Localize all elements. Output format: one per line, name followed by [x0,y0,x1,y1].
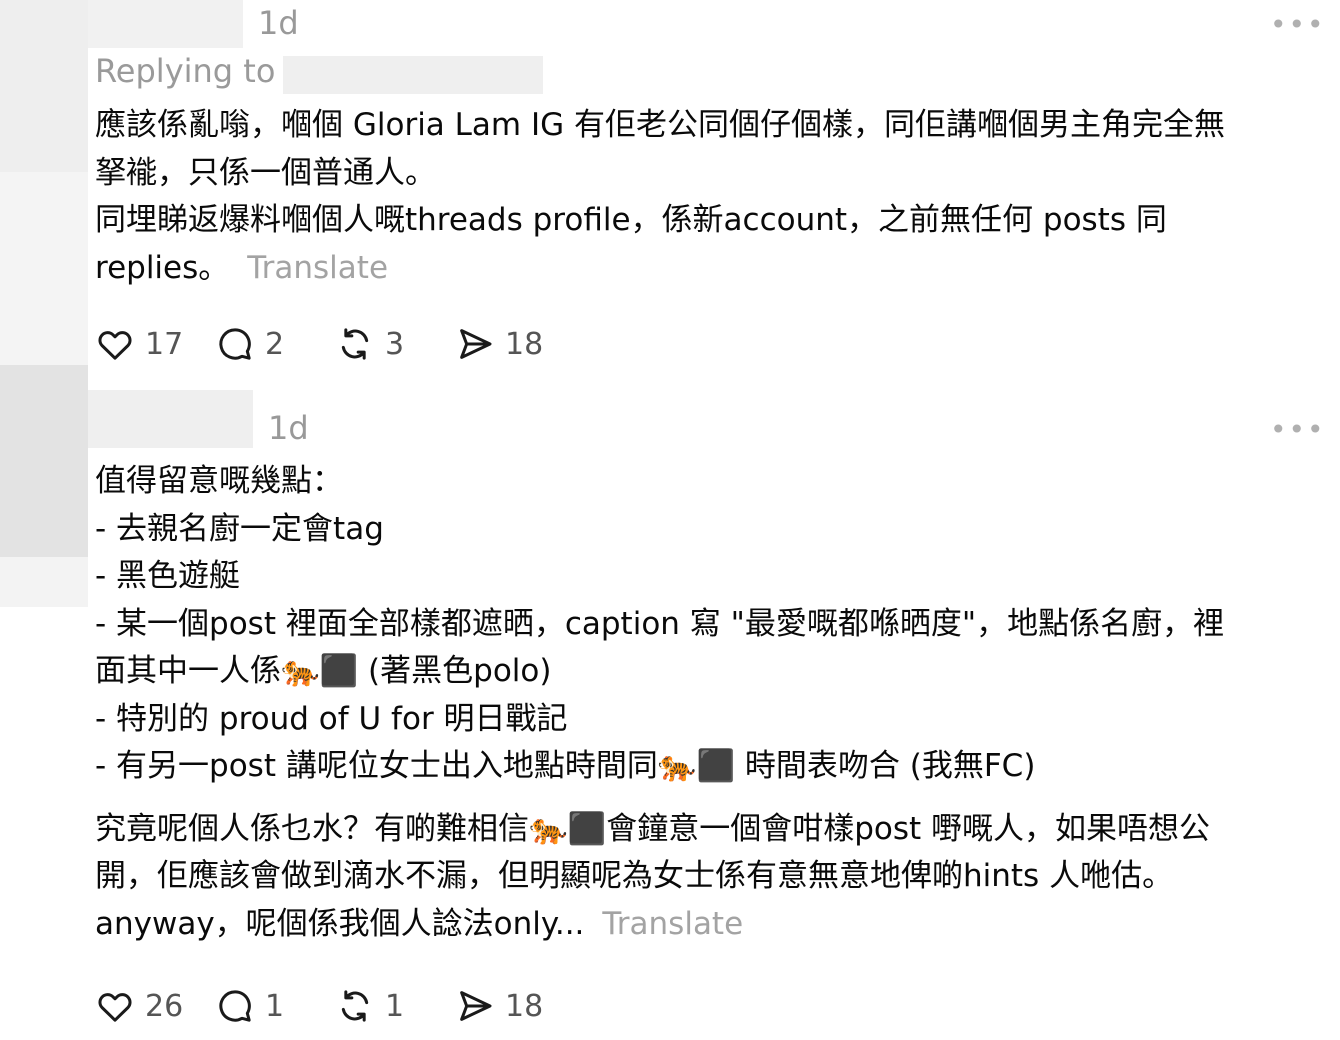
comment-bubble-icon [219,328,251,360]
repost-button[interactable]: 1 [335,986,455,1026]
share-count: 18 [505,988,544,1024]
like-button[interactable]: 17 [95,324,215,364]
send-icon [460,991,492,1021]
post-text-segment: replies。 [95,249,230,286]
repost-count: 1 [385,988,405,1024]
post-timestamp: 1d [258,4,299,42]
like-count: 17 [145,326,184,362]
reply-post-1: 1d ••• Replying to 應該係亂嗡，嗰個 Gloria Lam I… [0,0,1340,385]
share-button[interactable]: 18 [455,324,575,364]
translate-link[interactable]: Translate [247,250,388,286]
post-text-line: 同埋睇返爆料嗰個人嘅threads profile，係新account，之前無任… [95,202,1167,238]
action-bar: 17 2 3 18 [95,322,575,366]
comment-count: 1 [265,988,285,1024]
like-button[interactable]: 26 [95,986,215,1026]
post-timestamp: 1d [268,409,309,447]
more-options-icon[interactable]: ••• [1270,8,1326,41]
reply-post-2: 1d ••• 值得留意嘅幾點： - 去親名廚一定會tag - 黑色遊艇 - 某一… [0,385,1340,1040]
like-count: 26 [145,988,184,1024]
comment-bubble-icon [219,990,251,1022]
repost-button[interactable]: 3 [335,324,455,364]
repost-count: 3 [385,326,405,362]
share-count: 18 [505,326,544,362]
post-body: 值得留意嘅幾點： - 去親名廚一定會tag - 黑色遊艇 - 某一個post 裡… [95,458,1315,948]
repost-icon [341,990,369,1022]
repost-icon [341,328,369,360]
heart-icon [98,993,132,1022]
post-text-line: 拏褦，只係一個普通人。 [95,154,436,191]
post-text-line: - 特別的 proud of U for 明日戰記 [95,700,568,737]
post-body: 應該係亂嗡，嗰個 Gloria Lam IG 有佢老公同個仔個樣，同佢講嗰個男主… [95,102,1315,292]
post-text-line: 應該係亂嗡，嗰個 Gloria Lam IG 有佢老公同個仔個樣，同佢講嗰個男主… [95,107,1225,143]
comment-button[interactable]: 2 [215,324,335,364]
post-text-line: 究竟呢個人係乜水？有啲難相信🐅⬛會鐘意一個會咁樣post 嘢嘅人，如果唔想公 [95,810,1210,847]
comment-button[interactable]: 1 [215,986,335,1026]
post-text-line: - 某一個post 裡面全部樣都遮晒，caption 寫 "最愛嘅都喺晒度"，地… [95,605,1225,642]
replying-to-label: Replying to [95,52,276,90]
post-text-line: - 去親名廚一定會tag [95,510,384,547]
post-text-line: - 有另一post 講呢位女士出入地點時間同🐅⬛ 時間表吻合 (我無FC) [95,748,1036,784]
post-text-line: 值得留意嘅幾點： [95,463,343,499]
redacted-reply-target [283,56,543,94]
post-text-line: 面其中一人係🐅⬛ (著黑色polo) [95,653,552,689]
post-text-line: 開，佢應該會做到滴水不漏，但明顯呢為女士係有意無意地俾啲hints 人咃估。 [95,858,1174,894]
post-text-line: anyway，呢個係我個人諗法only... Translate [95,901,1315,949]
send-icon [460,329,492,359]
post-text-line: - 黑色遊艇 [95,558,241,594]
more-options-icon[interactable]: ••• [1270,413,1326,446]
comment-count: 2 [265,326,285,362]
action-bar: 26 1 1 18 [95,984,575,1028]
post-text-line: replies。 Translate [95,245,1315,293]
heart-icon [98,331,132,360]
share-button[interactable]: 18 [455,986,575,1026]
post-text-segment: anyway，呢個係我個人諗法only... [95,905,585,942]
translate-link[interactable]: Translate [602,906,743,942]
